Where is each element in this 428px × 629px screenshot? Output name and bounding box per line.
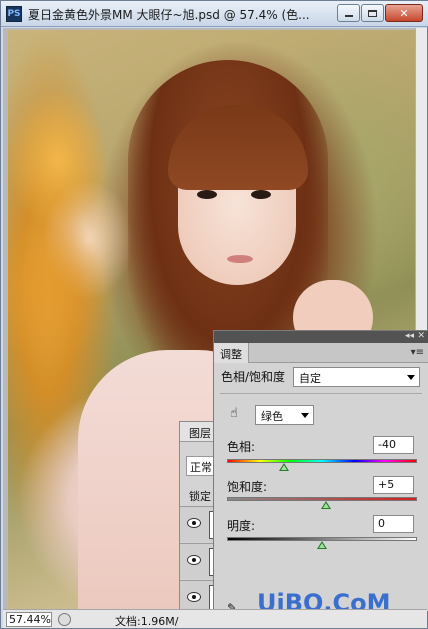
maximize-button[interactable]: [361, 4, 384, 22]
document-title: 夏日金黄色外景MM 大眼仔~旭.psd @ 57.4% (色...: [28, 8, 310, 22]
chevron-down-icon: [301, 413, 309, 418]
status-info-icon[interactable]: [58, 613, 71, 626]
divider: [220, 393, 422, 394]
left-eye: [197, 190, 217, 199]
saturation-label: 饱和度:: [227, 480, 268, 494]
lightness-slider-handle[interactable]: [317, 541, 327, 549]
preset-value: 自定: [299, 372, 321, 385]
eye-icon[interactable]: [187, 555, 201, 565]
collapse-icon[interactable]: ◂◂: [405, 331, 414, 342]
color-range-dropdown[interactable]: 绿色: [255, 405, 314, 425]
chevron-down-icon: [407, 375, 415, 380]
color-range-value: 绿色: [261, 410, 283, 423]
eye-icon[interactable]: [187, 592, 201, 602]
status-bar: 57.44% 文档:1.96M/: [3, 609, 427, 628]
minimize-button[interactable]: [337, 4, 360, 22]
tab-adjustments[interactable]: 调整: [214, 343, 249, 363]
panel-tab-row: 调整 ▾≡: [214, 343, 428, 363]
lips: [227, 255, 253, 263]
photoshop-document-window: PS 夏日金黄色外景MM 大眼仔~旭.psd @ 57.4% (色... ✕ 图…: [0, 0, 428, 629]
photoshop-app-icon: PS: [6, 6, 22, 22]
preset-dropdown[interactable]: 自定: [293, 367, 420, 387]
saturation-input[interactable]: +5: [373, 476, 414, 494]
hue-input[interactable]: -40: [373, 436, 414, 454]
maximize-icon: [368, 9, 377, 17]
targeted-adjustment-hand-icon[interactable]: ☝: [225, 405, 243, 423]
preset-label: 色相/饱和度: [221, 370, 286, 384]
hue-slider-track[interactable]: [227, 459, 417, 463]
close-button[interactable]: ✕: [385, 4, 423, 22]
lock-label: 锁定: [189, 490, 211, 503]
lightness-input[interactable]: 0: [373, 515, 414, 533]
eye-icon[interactable]: [187, 518, 201, 528]
close-panel-icon[interactable]: ✕: [417, 331, 425, 342]
hue-label: 色相:: [227, 440, 256, 454]
panel-menu-icon[interactable]: ▾≡: [411, 347, 424, 358]
saturation-slider-handle[interactable]: [320, 501, 331, 509]
panel-header-bar[interactable]: ◂◂ ✕: [214, 331, 428, 343]
hue-slider-handle[interactable]: [279, 463, 289, 471]
lightness-label: 明度:: [227, 519, 256, 533]
close-icon: ✕: [399, 6, 409, 20]
minimize-icon: [344, 15, 353, 17]
right-eye: [251, 190, 271, 199]
document-info[interactable]: 文档:1.96M/: [115, 613, 178, 629]
title-bar[interactable]: PS 夏日金黄色外景MM 大眼仔~旭.psd @ 57.4% (色... ✕: [1, 1, 428, 27]
zoom-level-field[interactable]: 57.44%: [6, 612, 52, 627]
window-controls: ✕: [337, 4, 423, 22]
adjustments-panel: ◂◂ ✕ 调整 ▾≡ 色相/饱和度 自定 ☝ 绿色 色相: -40 饱和度: +…: [213, 330, 428, 615]
